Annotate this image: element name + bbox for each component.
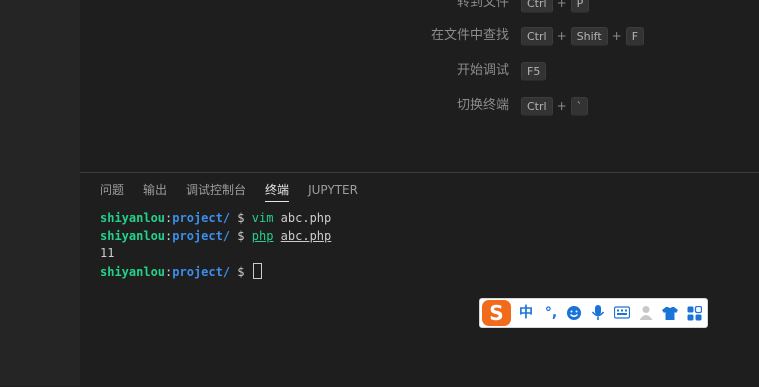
skin-icon[interactable] bbox=[660, 303, 680, 323]
emoji-icon[interactable] bbox=[564, 303, 584, 323]
editor-welcome-area: 转到文件 Ctrl + P 在文件中查找 Ctrl + Shift + F 开始调试 … bbox=[80, 0, 759, 172]
terminal-output-line: 11 bbox=[100, 246, 115, 260]
panel-tabs: 问题 输出 调试控制台 终端 JUPYTER bbox=[100, 182, 377, 202]
shortcut-row-toggle-terminal: 切换终端 Ctrl + ` bbox=[80, 95, 759, 117]
tab-jupyter[interactable]: JUPYTER bbox=[308, 182, 358, 202]
keyboard-icon[interactable] bbox=[612, 303, 632, 323]
shortcut-row-find-in-files: 在文件中查找 Ctrl + Shift + F bbox=[80, 25, 759, 47]
terminal-line: shiyanlou:project/ $ php abc.php bbox=[100, 228, 332, 243]
terminal-line: shiyanlou:project/ $ vim abc.php bbox=[100, 211, 332, 225]
user-icon[interactable] bbox=[636, 303, 656, 323]
shortcut-row-start-debug: 开始调试 F5 bbox=[80, 60, 759, 82]
key-cap: Ctrl bbox=[521, 26, 553, 46]
key-cap: F bbox=[625, 26, 645, 46]
key-cap: Ctrl bbox=[521, 0, 553, 13]
ime-punct-button[interactable]: °, bbox=[542, 303, 560, 323]
activity-bar bbox=[0, 0, 80, 386]
tab-problems[interactable]: 问题 bbox=[100, 182, 124, 202]
sogou-logo-icon[interactable]: S bbox=[482, 300, 511, 326]
microphone-icon[interactable] bbox=[588, 303, 608, 323]
tab-debug-console[interactable]: 调试控制台 bbox=[186, 182, 246, 202]
key-cap: F5 bbox=[521, 61, 547, 81]
ime-toolbar[interactable]: S 中 °, bbox=[479, 298, 708, 328]
key-cap: P bbox=[570, 0, 590, 13]
toolbox-icon[interactable] bbox=[684, 303, 704, 323]
shortcut-label: 转到文件 bbox=[456, 0, 509, 10]
shortcut-row-goto-file: 转到文件 Ctrl + P bbox=[80, 0, 759, 14]
shortcut-label: 在文件中查找 bbox=[430, 28, 509, 43]
terminal-cursor bbox=[252, 262, 262, 279]
bottom-panel: 问题 输出 调试控制台 终端 JUPYTER shiyanlou:project… bbox=[80, 172, 759, 387]
key-cap: Ctrl bbox=[521, 96, 553, 116]
tab-terminal[interactable]: 终端 bbox=[265, 182, 290, 202]
terminal-prompt-line: shiyanlou:project/ $ bbox=[100, 262, 331, 281]
tab-output[interactable]: 输出 bbox=[143, 182, 167, 202]
key-cap: ` bbox=[570, 96, 589, 116]
ime-mode-button[interactable]: 中 bbox=[516, 303, 536, 323]
terminal-output[interactable]: shiyanlou:project/ $ vim abc.php shiyanl… bbox=[100, 210, 331, 280]
shortcut-label: 开始调试 bbox=[456, 63, 509, 78]
key-cap: Shift bbox=[570, 26, 608, 46]
shortcut-label: 切换终端 bbox=[456, 98, 509, 113]
